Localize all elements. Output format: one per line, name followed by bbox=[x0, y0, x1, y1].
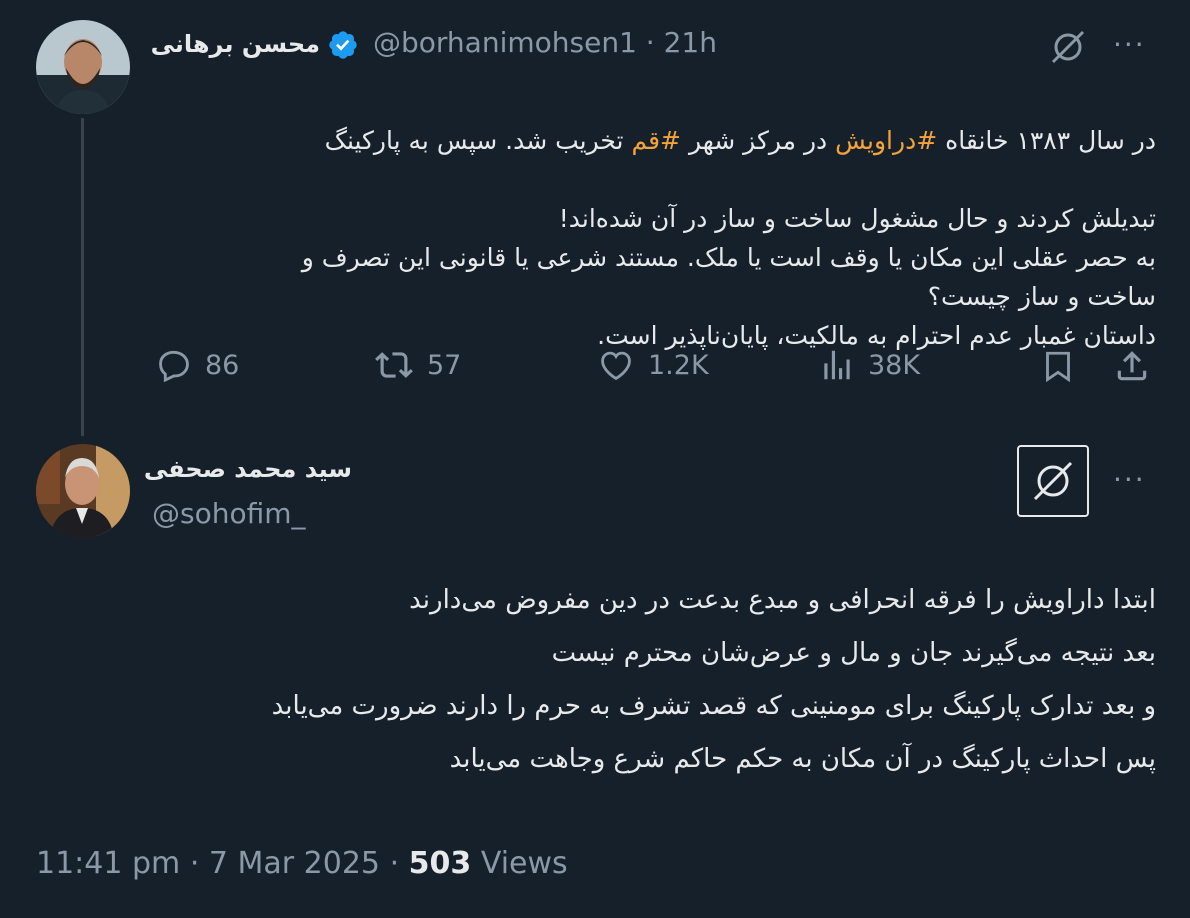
like-button[interactable]: 1.2K bbox=[596, 346, 709, 384]
tweet-lines-rest: تبدیلش کردند و حال مشغول ساخت و ساز در آ… bbox=[301, 204, 1156, 350]
retweet-button[interactable]: 57 bbox=[373, 346, 461, 384]
hashtag-link[interactable]: #قم bbox=[631, 126, 681, 155]
grok-icon[interactable] bbox=[1017, 445, 1089, 517]
tweet-meta: 11:41 pm · 7 Mar 2025 · 503 Views bbox=[36, 846, 568, 881]
reply-text: ابتدا داراویش را فرقه انحرافی و مبدع بدع… bbox=[271, 585, 1156, 774]
views-label: Views bbox=[480, 846, 568, 881]
like-count: 1.2K bbox=[648, 349, 709, 381]
separator: · bbox=[389, 846, 400, 881]
separator: · bbox=[645, 26, 655, 59]
share-icon[interactable] bbox=[1113, 346, 1151, 390]
reply-button[interactable]: 86 bbox=[155, 346, 239, 384]
grok-icon[interactable] bbox=[1049, 28, 1087, 66]
author-name[interactable]: سید محمد صحفی bbox=[144, 455, 352, 483]
views-count: 38K bbox=[868, 349, 921, 381]
like-icon bbox=[601, 351, 631, 381]
tweet-time[interactable]: 11:41 pm bbox=[36, 846, 180, 881]
tweet-time[interactable]: 21h bbox=[664, 26, 717, 59]
views-count[interactable]: 503 bbox=[409, 846, 472, 881]
avatar[interactable] bbox=[36, 444, 130, 538]
more-icon[interactable]: ··· bbox=[1113, 28, 1146, 61]
reply-icon bbox=[159, 350, 189, 383]
more-icon[interactable]: ··· bbox=[1113, 463, 1146, 496]
retweet-count: 57 bbox=[427, 349, 462, 381]
reply-count: 86 bbox=[205, 349, 240, 381]
author-name[interactable]: محسن برهانی bbox=[151, 30, 320, 58]
bookmark-icon[interactable] bbox=[1040, 346, 1076, 390]
handle-time: @borhanimohsen1 · 21h bbox=[373, 26, 717, 59]
views-icon bbox=[824, 350, 850, 380]
text-segment: در مرکز شهر bbox=[681, 126, 836, 155]
author-handle[interactable]: @borhanimohsen1 bbox=[373, 26, 637, 59]
avatar[interactable] bbox=[36, 20, 130, 114]
author-handle[interactable]: @sohofim_ bbox=[152, 497, 306, 530]
hashtag-link[interactable]: #دراویش bbox=[835, 126, 937, 155]
text-segment: در سال ۱۳۸۳ خانقاه bbox=[937, 126, 1156, 155]
tweet-date[interactable]: 7 Mar 2025 bbox=[209, 846, 380, 881]
views-button[interactable]: 38K bbox=[818, 346, 920, 384]
text-segment: تخریب شد. سپس به پارکینگ bbox=[324, 126, 632, 155]
separator: · bbox=[189, 846, 200, 881]
thread-connector-line bbox=[81, 118, 84, 436]
retweet-icon bbox=[375, 352, 413, 378]
verified-badge-icon bbox=[327, 29, 359, 61]
tweet-line-1: در سال ۱۳۸۳ خانقاه #دراویش در مرکز شهر #… bbox=[156, 121, 1156, 160]
